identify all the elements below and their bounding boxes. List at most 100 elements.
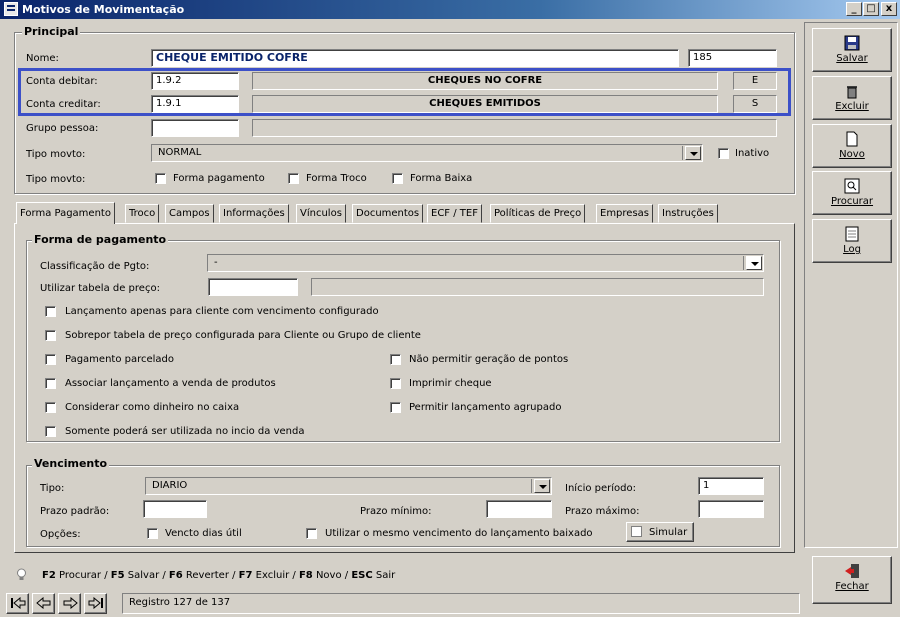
conta-debitar-desc: CHEQUES NO COFRE (252, 72, 718, 90)
forma-troco-checkbox[interactable] (288, 173, 299, 184)
chevron-down-icon[interactable] (746, 256, 762, 270)
opcoes-label: Opções: (40, 529, 81, 540)
principal-legend: Principal (22, 25, 81, 38)
inativo-checkbox[interactable] (718, 148, 729, 159)
floppy-disk-icon (844, 35, 860, 51)
forma-baixa-checkbox[interactable] (392, 173, 403, 184)
simular-label: Simular (649, 527, 688, 538)
tab-empresas[interactable]: Empresas (596, 204, 653, 223)
conta-creditar-desc: CHEQUES EMITIDOS (252, 95, 718, 113)
novo-label: Novo (839, 149, 865, 160)
prazo-minimo-input[interactable] (486, 500, 552, 518)
novo-button[interactable]: Novo (812, 124, 892, 168)
app-icon (4, 2, 18, 16)
procurar-button[interactable]: Procurar (812, 171, 892, 215)
tab-campos[interactable]: Campos (165, 204, 214, 223)
salvar-button[interactable]: Salvar (812, 28, 892, 72)
sobrepor-tabela-checkbox[interactable] (45, 330, 56, 341)
record-status: Registro 127 de 137 (122, 593, 800, 614)
log-label: Log (843, 244, 861, 255)
tab-documentos[interactable]: Documentos (352, 204, 424, 223)
considerar-dinheiro-checkbox[interactable] (45, 402, 56, 413)
last-record-button[interactable] (84, 593, 107, 614)
first-record-button[interactable] (6, 593, 29, 614)
forma-troco-label: Forma Troco (306, 173, 367, 184)
tab-troco[interactable]: Troco (125, 204, 160, 223)
tipo-vencimento-select[interactable]: DIARIO (145, 477, 552, 495)
shortcut-f5-key: F5 (110, 570, 125, 581)
grupo-pessoa-label: Grupo pessoa: (26, 123, 99, 134)
tab-instrucoes[interactable]: Instruções (658, 204, 718, 223)
tab-politicas-preco[interactable]: Políticas de Preço (490, 204, 586, 223)
considerar-dinheiro-label: Considerar como dinheiro no caixa (65, 402, 240, 413)
forma-pagamento-checkbox[interactable] (155, 173, 166, 184)
title-bar: Motivos de Movimentação _ □ x (0, 0, 900, 19)
permitir-agrupado-checkbox[interactable] (390, 402, 401, 413)
imprimir-cheque-checkbox[interactable] (390, 378, 401, 389)
shortcut-f2-key: F2 (42, 570, 56, 581)
somente-inicio-checkbox[interactable] (45, 426, 56, 437)
fechar-label: Fechar (835, 581, 869, 592)
last-record-icon (88, 596, 103, 610)
tab-ecf-tef[interactable]: ECF / TEF (427, 204, 482, 223)
associar-lancamento-checkbox[interactable] (45, 378, 56, 389)
calculator-icon (631, 526, 642, 537)
conta-debitar-label: Conta debitar: (26, 76, 98, 87)
nome-label: Nome: (26, 53, 59, 64)
next-record-button[interactable] (58, 593, 81, 614)
tabela-preco-input[interactable] (208, 278, 298, 296)
excluir-label: Excluir (835, 101, 869, 112)
classificacao-label: Classificação de Pgto: (40, 261, 150, 272)
inativo-label: Inativo (735, 148, 770, 159)
vencto-dias-util-checkbox[interactable] (147, 528, 158, 539)
mesmo-vencimento-checkbox[interactable] (306, 528, 317, 539)
lancamento-vencimento-checkbox[interactable] (45, 306, 56, 317)
classificacao-select[interactable]: - (207, 254, 764, 272)
prazo-maximo-input[interactable] (698, 500, 764, 518)
chevron-down-icon[interactable] (534, 479, 550, 493)
tipo-movto-label: Tipo movto: (26, 149, 86, 160)
forma-pagamento-legend: Forma de pagamento (32, 233, 169, 246)
simular-button[interactable]: Simular (626, 522, 694, 542)
nao-permitir-pontos-checkbox[interactable] (390, 354, 401, 365)
fechar-button[interactable]: Fechar (812, 556, 892, 604)
prazo-padrao-input[interactable] (143, 500, 207, 518)
conta-creditar-code-input[interactable]: 1.9.1 (151, 95, 239, 113)
trash-icon (844, 83, 860, 99)
inicio-periodo-input[interactable]: 1 (698, 477, 764, 495)
tab-forma-pagamento[interactable]: Forma Pagamento (16, 202, 115, 224)
conta-debitar-code-input[interactable]: 1.9.2 (151, 72, 239, 90)
codigo-input[interactable]: 185 (688, 49, 777, 67)
procurar-label: Procurar (830, 196, 874, 207)
shortcut-f2-text: Procurar / (58, 570, 108, 581)
forma-baixa-label: Forma Baixa (410, 173, 473, 184)
previous-record-button[interactable] (32, 593, 55, 614)
maximize-button[interactable]: □ (863, 2, 879, 16)
tipo-movto-select[interactable]: NORMAL (151, 144, 703, 162)
close-window-button[interactable]: x (881, 2, 897, 16)
vencimento-legend: Vencimento (32, 457, 110, 470)
inicio-periodo-label: Início período: (565, 483, 636, 494)
chevron-down-icon[interactable] (685, 146, 701, 160)
prazo-maximo-label: Prazo máximo: (565, 506, 640, 517)
permitir-agrupado-label: Permitir lançamento agrupado (409, 402, 562, 413)
vencto-dias-util-label: Vencto dias útil (165, 528, 242, 539)
tab-informacoes[interactable]: Informações (219, 204, 289, 223)
shortcut-esc-key: ESC (351, 570, 373, 581)
window-title: Motivos de Movimentação (22, 3, 185, 16)
pagamento-parcelado-checkbox[interactable] (45, 354, 56, 365)
arrow-right-icon (63, 596, 78, 610)
grupo-pessoa-desc (252, 119, 777, 137)
nome-input[interactable]: CHEQUE EMITIDO COFRE (151, 49, 679, 67)
excluir-button[interactable]: Excluir (812, 76, 892, 120)
shortcut-f6-key: F6 (168, 570, 183, 581)
sobrepor-tabela-label: Sobrepor tabela de preço configurada par… (65, 330, 421, 341)
conta-debitar-type: E (733, 72, 777, 90)
grupo-pessoa-input[interactable] (151, 119, 239, 137)
new-document-icon (844, 131, 860, 147)
first-record-icon (10, 596, 25, 610)
tab-vinculos[interactable]: Vínculos (296, 204, 346, 223)
minimize-button[interactable]: _ (846, 2, 862, 16)
mesmo-vencimento-label: Utilizar o mesmo vencimento do lançament… (325, 528, 593, 539)
log-button[interactable]: Log (812, 219, 892, 263)
